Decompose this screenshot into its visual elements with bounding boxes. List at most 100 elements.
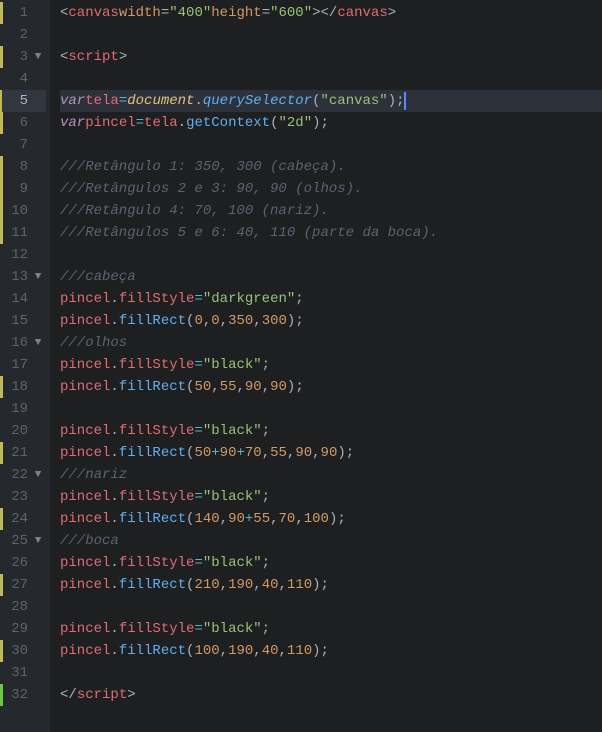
gutter-line-32[interactable]: 32 bbox=[2, 684, 46, 706]
line-number: 4 bbox=[4, 68, 28, 90]
gutter-line-29[interactable]: 29 bbox=[2, 618, 46, 640]
code-line-22[interactable]: ///nariz bbox=[60, 464, 602, 486]
code-line-9[interactable]: ///Retângulos 2 e 3: 90, 90 (olhos). bbox=[60, 178, 602, 200]
code-line-6[interactable]: var pincel = tela.getContext("2d"); bbox=[60, 112, 602, 134]
gutter-line-12[interactable]: 12 bbox=[2, 244, 46, 266]
line-number: 1 bbox=[4, 2, 28, 24]
line-number: 6 bbox=[4, 112, 28, 134]
code-line-29[interactable]: pincel.fillStyle = "black"; bbox=[60, 618, 602, 640]
code-line-15[interactable]: pincel.fillRect (0,0, 350,300); bbox=[60, 310, 602, 332]
code-line-4[interactable] bbox=[60, 68, 602, 90]
gutter-line-9[interactable]: 9 bbox=[2, 178, 46, 200]
line-number: 24 bbox=[4, 508, 28, 530]
line-number: 18 bbox=[4, 376, 28, 398]
code-line-14[interactable]: pincel.fillStyle = "darkgreen"; bbox=[60, 288, 602, 310]
line-number: 15 bbox=[4, 310, 28, 332]
line-number: 10 bbox=[4, 200, 28, 222]
gutter-line-13[interactable]: 13▼ bbox=[2, 266, 46, 288]
gutter-line-27[interactable]: 27 bbox=[2, 574, 46, 596]
gutter-line-1[interactable]: 1 bbox=[2, 2, 46, 24]
fold-toggle-icon[interactable]: ▼ bbox=[30, 46, 46, 68]
code-line-3[interactable]: <script> bbox=[60, 46, 602, 68]
line-number: 14 bbox=[4, 288, 28, 310]
code-line-2[interactable] bbox=[60, 24, 602, 46]
gutter-line-2[interactable]: 2 bbox=[2, 24, 46, 46]
code-line-30[interactable]: pincel.fillRect (100,190, 40,110); bbox=[60, 640, 602, 662]
line-number: 3 bbox=[4, 46, 28, 68]
line-number: 9 bbox=[4, 178, 28, 200]
gutter-line-30[interactable]: 30 bbox=[2, 640, 46, 662]
gutter-line-6[interactable]: 6 bbox=[2, 112, 46, 134]
line-number: 12 bbox=[4, 244, 28, 266]
code-line-17[interactable]: pincel.fillStyle = "black"; bbox=[60, 354, 602, 376]
line-number: 11 bbox=[4, 222, 28, 244]
code-line-25[interactable]: ///boca bbox=[60, 530, 602, 552]
code-line-8[interactable]: ///Retângulo 1: 350, 300 (cabeça). bbox=[60, 156, 602, 178]
code-line-16[interactable]: ///olhos bbox=[60, 332, 602, 354]
code-line-32[interactable]: </script> bbox=[60, 684, 602, 706]
code-line-10[interactable]: ///Retângulo 4: 70, 100 (nariz). bbox=[60, 200, 602, 222]
line-number: 16 bbox=[4, 332, 28, 354]
line-number: 30 bbox=[4, 640, 28, 662]
code-line-26[interactable]: pincel.fillStyle = "black"; bbox=[60, 552, 602, 574]
line-number: 27 bbox=[4, 574, 28, 596]
gutter-line-24[interactable]: 24 bbox=[2, 508, 46, 530]
code-line-28[interactable] bbox=[60, 596, 602, 618]
gutter-line-20[interactable]: 20 bbox=[2, 420, 46, 442]
fold-toggle-icon[interactable]: ▼ bbox=[30, 464, 46, 486]
line-number: 25 bbox=[4, 530, 28, 552]
gutter-line-17[interactable]: 17 bbox=[2, 354, 46, 376]
code-line-24[interactable]: pincel.fillRect (140,90+55, 70,100); bbox=[60, 508, 602, 530]
gutter-line-21[interactable]: 21 bbox=[2, 442, 46, 464]
line-number: 21 bbox=[4, 442, 28, 464]
line-number: 32 bbox=[4, 684, 28, 706]
gutter-line-31[interactable]: 31 bbox=[2, 662, 46, 684]
line-number: 8 bbox=[4, 156, 28, 178]
gutter-line-3[interactable]: 3▼ bbox=[2, 46, 46, 68]
line-number: 22 bbox=[4, 464, 28, 486]
code-line-27[interactable]: pincel.fillRect (210,190, 40,110); bbox=[60, 574, 602, 596]
code-line-21[interactable]: pincel.fillRect (50+90+70,55, 90,90); bbox=[60, 442, 602, 464]
fold-toggle-icon[interactable]: ▼ bbox=[30, 266, 46, 288]
gutter-line-11[interactable]: 11 bbox=[2, 222, 46, 244]
line-number: 2 bbox=[4, 24, 28, 46]
fold-toggle-icon[interactable]: ▼ bbox=[30, 530, 46, 552]
code-line-13[interactable]: ///cabeça bbox=[60, 266, 602, 288]
code-line-19[interactable] bbox=[60, 398, 602, 420]
code-line-18[interactable]: pincel.fillRect (50,55, 90,90); bbox=[60, 376, 602, 398]
gutter-line-22[interactable]: 22▼ bbox=[2, 464, 46, 486]
gutter-line-8[interactable]: 8 bbox=[2, 156, 46, 178]
gutter-line-19[interactable]: 19 bbox=[2, 398, 46, 420]
gutter-line-23[interactable]: 23 bbox=[2, 486, 46, 508]
gutter-line-16[interactable]: 16▼ bbox=[2, 332, 46, 354]
gutter-line-5[interactable]: 5 bbox=[2, 90, 46, 112]
code-area[interactable]: <canvas width="400" height="600"> </canv… bbox=[50, 0, 602, 732]
code-line-1[interactable]: <canvas width="400" height="600"> </canv… bbox=[60, 2, 602, 24]
line-number: 19 bbox=[4, 398, 28, 420]
line-number: 7 bbox=[4, 134, 28, 156]
gutter-line-28[interactable]: 28 bbox=[2, 596, 46, 618]
line-number: 13 bbox=[4, 266, 28, 288]
gutter[interactable]: 123▼45678910111213▼141516▼171819202122▼2… bbox=[0, 0, 50, 732]
code-line-20[interactable]: pincel.fillStyle = "black"; bbox=[60, 420, 602, 442]
code-line-31[interactable] bbox=[60, 662, 602, 684]
fold-toggle-icon[interactable]: ▼ bbox=[30, 332, 46, 354]
line-number: 31 bbox=[4, 662, 28, 684]
code-editor[interactable]: 123▼45678910111213▼141516▼171819202122▼2… bbox=[0, 0, 602, 732]
gutter-line-14[interactable]: 14 bbox=[2, 288, 46, 310]
gutter-line-10[interactable]: 10 bbox=[2, 200, 46, 222]
gutter-line-26[interactable]: 26 bbox=[2, 552, 46, 574]
code-line-12[interactable] bbox=[60, 244, 602, 266]
code-line-7[interactable] bbox=[60, 134, 602, 156]
line-number: 26 bbox=[4, 552, 28, 574]
gutter-line-25[interactable]: 25▼ bbox=[2, 530, 46, 552]
code-line-23[interactable]: pincel.fillStyle = "black"; bbox=[60, 486, 602, 508]
gutter-line-18[interactable]: 18 bbox=[2, 376, 46, 398]
gutter-line-7[interactable]: 7 bbox=[2, 134, 46, 156]
gutter-line-15[interactable]: 15 bbox=[2, 310, 46, 332]
line-number: 20 bbox=[4, 420, 28, 442]
code-line-5[interactable]: var tela = document.querySelector("canva… bbox=[60, 90, 602, 112]
code-line-11[interactable]: ///Retângulos 5 e 6: 40, 110 (parte da b… bbox=[60, 222, 602, 244]
gutter-line-4[interactable]: 4 bbox=[2, 68, 46, 90]
line-number: 23 bbox=[4, 486, 28, 508]
